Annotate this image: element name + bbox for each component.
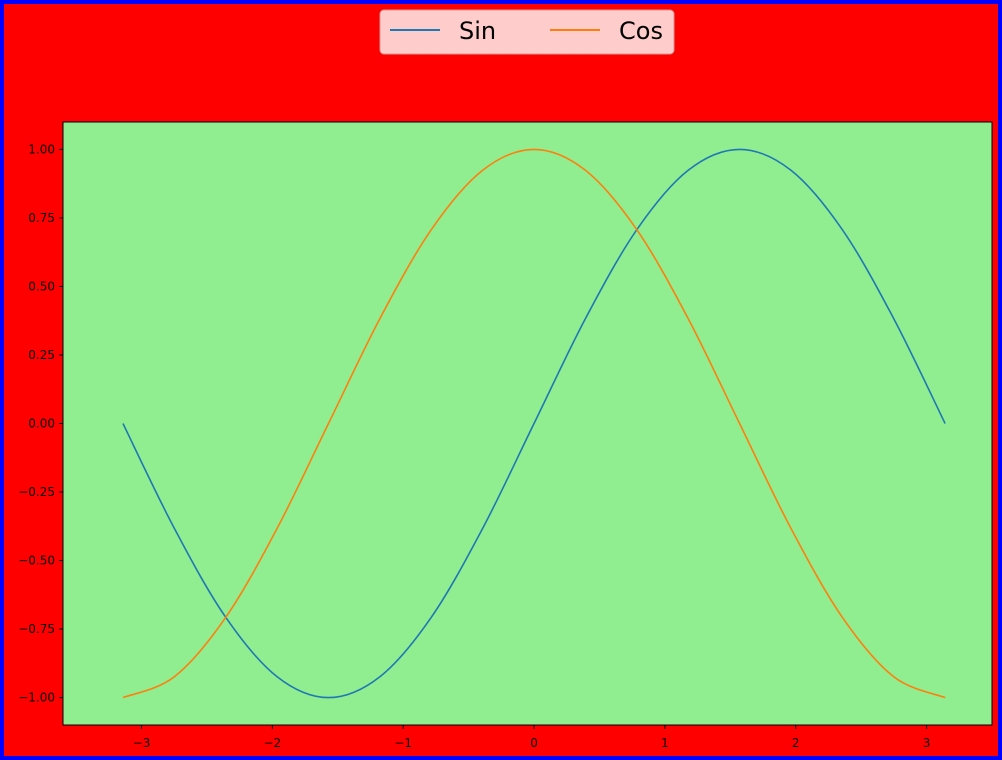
y-tick-label: 0.00 (28, 417, 55, 431)
y-tick-label: −0.75 (18, 622, 55, 636)
x-tick-label: 0 (530, 736, 538, 750)
chart-svg: −3 −2 −1 0 1 2 3 1.00 0.75 0.50 0.25 0.00 −0.25 −0.5… (18, 9, 993, 750)
y-tick-label: −0.50 (18, 554, 55, 568)
x-tick-label: −1 (394, 736, 412, 750)
y-tick-label: −1.00 (18, 691, 55, 705)
x-axis-ticks: −3 −2 −1 0 1 2 3 (133, 725, 931, 750)
y-axis-ticks: 1.00 0.75 0.50 0.25 0.00 −0.25 −0.50 −0.75 −1.00 (18, 142, 63, 705)
x-tick-label: 3 (923, 736, 931, 750)
x-tick-label: 2 (792, 736, 800, 750)
x-tick-label: 1 (661, 736, 669, 750)
legend: Sin Cos (379, 9, 675, 55)
plot-area (63, 122, 992, 725)
y-tick-label: 0.75 (28, 211, 55, 225)
y-tick-label: −0.25 (18, 485, 55, 499)
legend-label-cos: Cos (619, 17, 663, 45)
x-tick-label: −2 (264, 736, 282, 750)
legend-label-sin: Sin (459, 17, 496, 45)
y-tick-label: 1.00 (28, 142, 55, 156)
y-tick-label: 0.50 (28, 279, 55, 293)
y-tick-label: 0.25 (28, 348, 55, 362)
x-tick-label: −3 (133, 736, 151, 750)
